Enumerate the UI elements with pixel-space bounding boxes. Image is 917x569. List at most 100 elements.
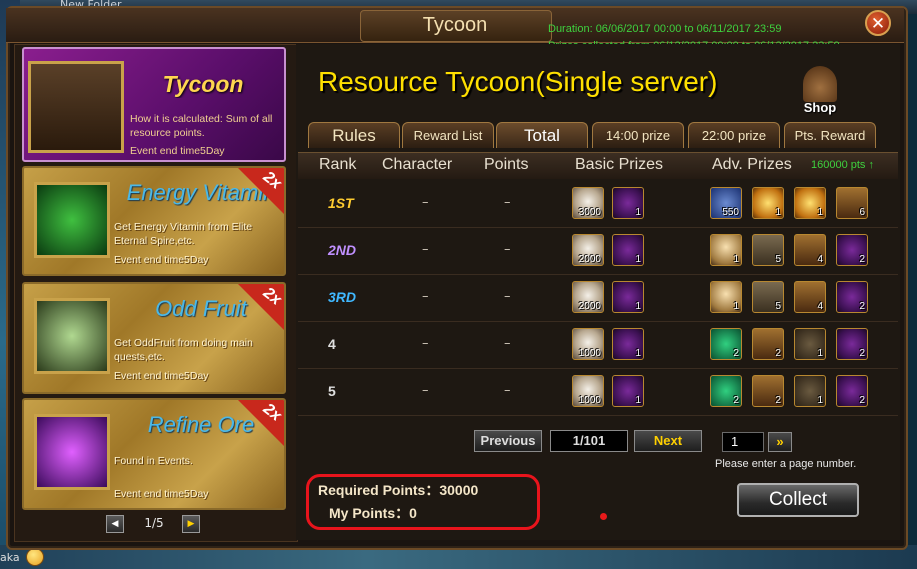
page-title: Resource Tycoon(Single server) <box>318 66 718 97</box>
blue-gem-icon[interactable]: 550 <box>710 187 742 219</box>
item-qty: 2 <box>733 395 739 406</box>
column-character: Character <box>382 156 453 173</box>
prev-page-icon[interactable]: ◀ <box>106 515 124 533</box>
pearl-icon[interactable]: 1000 <box>572 375 604 407</box>
chest-icon[interactable]: 2 <box>752 328 784 360</box>
character-cell: – <box>422 242 429 257</box>
character-cell: – <box>422 383 429 398</box>
green-gem-icon[interactable]: 2 <box>710 375 742 407</box>
close-button[interactable]: ✕ <box>865 10 891 36</box>
scroll-icon[interactable]: 5 <box>752 281 784 313</box>
bag-icon[interactable]: 2 <box>836 234 868 266</box>
chest-icon[interactable]: 4 <box>794 234 826 266</box>
item-qty: 1 <box>775 207 781 218</box>
event-card-energy-vitamin[interactable]: Energy Vitamin Get Energy Vitamin from E… <box>22 166 286 276</box>
event-description: Get OddFruit from doing main quests,etc. <box>114 337 253 363</box>
tab-rules[interactable]: Rules <box>308 122 400 148</box>
go-page-button[interactable]: » <box>768 432 792 452</box>
bag-icon[interactable]: 1 <box>612 281 644 313</box>
item-qty: 1000 <box>578 395 601 406</box>
character-cell: – <box>422 289 429 304</box>
item-qty: 4 <box>817 301 823 312</box>
chest-icon[interactable]: 2 <box>752 375 784 407</box>
event-end-time: Event end time5Day <box>130 145 225 157</box>
tab-total[interactable]: Total <box>496 122 588 148</box>
item-qty: 2 <box>859 395 865 406</box>
table-row: 1ST – – 3000 1 550 1 1 6 <box>298 181 898 228</box>
event-list-pager: ◀ 1/5 ▶ <box>106 515 200 533</box>
event-card-tycoon[interactable]: Tycoon How it is calculated: Sum of all … <box>22 47 286 162</box>
tab-pts-reward[interactable]: Pts. Reward <box>784 122 876 148</box>
column-points: Points <box>484 156 529 173</box>
table-row: 2ND – – 2000 1 1 5 4 2 <box>298 228 898 275</box>
next-button[interactable]: Next <box>634 430 702 452</box>
pearl-icon[interactable]: 2000 <box>572 281 604 313</box>
points-cell: – <box>504 289 511 304</box>
column-adv-prizes: Adv. Prizes <box>712 156 792 173</box>
event-description: How it is calculated: Sum of all resourc… <box>130 113 273 139</box>
previous-button[interactable]: Previous <box>474 430 542 452</box>
duration-text: Duration: 06/06/2017 00:00 to 06/11/2017… <box>548 23 782 35</box>
gold-icon[interactable]: 1 <box>752 187 784 219</box>
table-row: 4 – – 1000 1 2 2 1 2 <box>298 322 898 369</box>
item-qty: 3000 <box>578 207 601 218</box>
pearl-icon[interactable]: 2000 <box>572 234 604 266</box>
refine-ore-icon <box>34 414 110 490</box>
fairy-icon[interactable]: 1 <box>710 281 742 313</box>
gold-icon[interactable]: 1 <box>794 187 826 219</box>
green-gem-icon[interactable]: 2 <box>710 328 742 360</box>
bag-icon[interactable]: 1 <box>612 187 644 219</box>
page-number-input[interactable]: 1 <box>722 432 764 452</box>
page-input-hint: Please enter a page number. <box>715 458 857 470</box>
bag-icon[interactable]: 2 <box>836 375 868 407</box>
event-end-time: Event end time5Day <box>114 254 209 266</box>
item-qty: 2 <box>733 348 739 359</box>
points-cell: – <box>504 383 511 398</box>
item-qty: 2 <box>859 254 865 265</box>
item-qty: 1 <box>635 207 641 218</box>
item-qty: 1 <box>635 254 641 265</box>
event-title: Tycoon <box>162 71 244 97</box>
table-row: 3RD – – 2000 1 1 5 4 2 <box>298 275 898 322</box>
collect-button[interactable]: Collect <box>737 483 859 517</box>
bag-icon[interactable]: 2 <box>836 281 868 313</box>
event-description: Found in Events. <box>114 455 193 467</box>
points-cell: – <box>504 336 511 351</box>
item-qty: 2000 <box>578 301 601 312</box>
bag-icon[interactable]: 1 <box>612 375 644 407</box>
window-title: Tycoon <box>422 14 488 36</box>
merchant-hat-icon <box>803 66 837 102</box>
bag-icon[interactable]: 1 <box>612 234 644 266</box>
item-qty: 6 <box>859 207 865 218</box>
pearl-icon[interactable]: 3000 <box>572 187 604 219</box>
scroll-icon[interactable]: 5 <box>752 234 784 266</box>
item-qty: 5 <box>775 254 781 265</box>
rune-icon[interactable]: 1 <box>794 375 826 407</box>
item-qty: 2 <box>775 395 781 406</box>
double-badge: 2x <box>238 400 284 446</box>
shop-button[interactable]: Shop <box>795 64 845 120</box>
rank-label: 2ND <box>328 242 357 258</box>
bag-icon[interactable]: 2 <box>836 328 868 360</box>
page-indicator: 1/101 <box>550 430 628 452</box>
tab-reward-list[interactable]: Reward List <box>402 122 494 148</box>
item-qty: 2 <box>775 348 781 359</box>
bag-icon[interactable]: 1 <box>612 328 644 360</box>
item-qty: 1 <box>635 301 641 312</box>
chest-icon[interactable]: 4 <box>794 281 826 313</box>
table-row: 5 – – 1000 1 2 2 1 2 <box>298 369 898 416</box>
emoticon-icon[interactable] <box>26 548 44 566</box>
chest-icon[interactable]: 6 <box>836 187 868 219</box>
item-qty: 2 <box>859 348 865 359</box>
points-cell: – <box>504 242 511 257</box>
rune-icon[interactable]: 1 <box>794 328 826 360</box>
pearl-icon[interactable]: 1000 <box>572 328 604 360</box>
event-card-refine-ore[interactable]: Refine Ore Found in Events. Event end ti… <box>22 398 286 510</box>
event-card-odd-fruit[interactable]: Odd Fruit Get OddFruit from doing main q… <box>22 282 286 394</box>
column-rank: Rank <box>319 156 357 173</box>
fairy-icon[interactable]: 1 <box>710 234 742 266</box>
next-page-icon[interactable]: ▶ <box>182 515 200 533</box>
tab-2200-prize[interactable]: 22:00 prize <box>688 122 780 148</box>
tab-1400-prize[interactable]: 14:00 prize <box>592 122 684 148</box>
points-cell: – <box>504 195 511 210</box>
